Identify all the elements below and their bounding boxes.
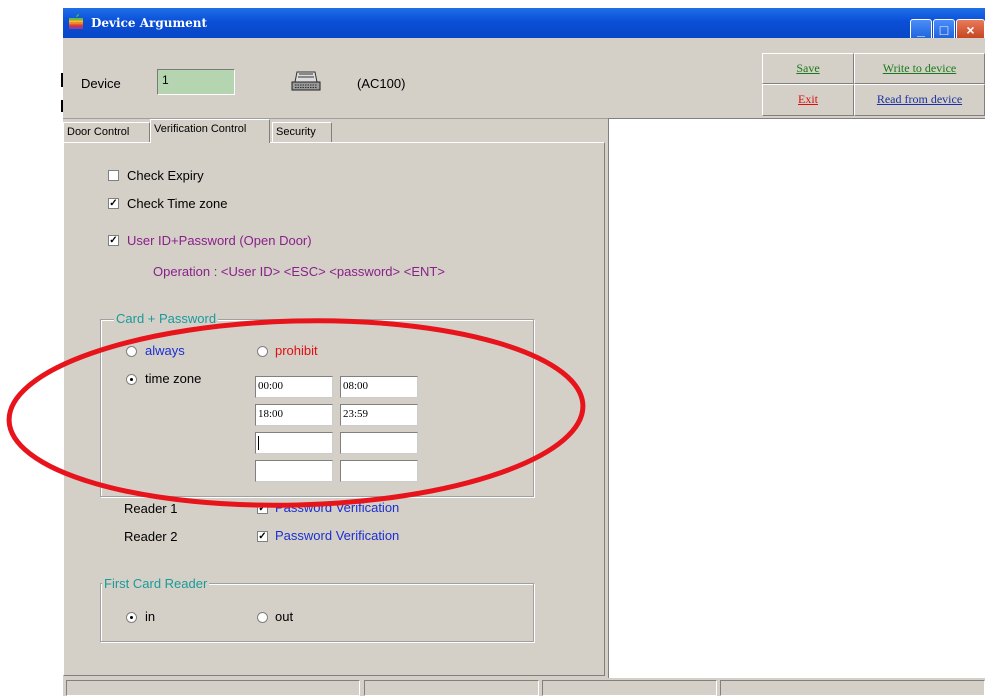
device-icon [291,71,321,91]
status-panel [542,680,717,696]
userid-password-label: User ID+Password (Open Door) [127,233,312,248]
time-zone-label: time zone [145,371,202,386]
device-field[interactable]: 1 [157,69,235,95]
tab-door-control[interactable]: Door Control [63,122,150,142]
out-label: out [275,609,294,624]
in-radio[interactable] [126,612,137,623]
check-expiry-checkbox[interactable] [108,170,119,181]
in-label: in [145,609,156,624]
check-time-zone-label: Check Time zone [127,196,228,211]
reader2-label: Reader 2 [124,529,178,544]
reader1-password-checkbox[interactable]: ✓ [257,503,268,514]
reader2-password-checkbox[interactable]: ✓ [257,531,268,542]
reader2-password-label: Password Verification [275,528,400,543]
write-to-device-button[interactable]: Write to device [854,53,985,84]
close-icon: × [966,22,975,38]
tab-security[interactable]: Security [272,122,332,142]
tab-verification-control[interactable]: Verification Control [150,119,270,143]
check-time-zone-checkbox[interactable]: ✓ [108,198,119,209]
reader1-password-label: Password Verification [275,500,400,515]
time-zone-1-start[interactable]: 00:00 [255,376,333,398]
time-zone-4-end[interactable] [340,460,418,482]
time-zone-radio[interactable] [126,374,137,385]
check-expiry-label: Check Expiry [127,168,204,183]
save-button[interactable]: Save [762,53,854,84]
status-panel [720,680,985,696]
time-zone-4-start[interactable] [255,460,333,482]
prohibit-label: prohibit [275,343,318,358]
prohibit-radio[interactable] [257,346,268,357]
device-label: Device [81,76,121,91]
time-zone-2-end[interactable]: 23:59 [340,404,418,426]
card-password-legend: Card + Password [114,311,219,326]
app-apple-icon [69,14,83,29]
first-card-reader-group [100,583,534,642]
first-card-reader-legend: First Card Reader [102,576,210,591]
window-title: Device Argument [91,16,208,30]
read-from-device-button[interactable]: Read from device [854,84,985,116]
operation-hint: Operation : <User ID> <ESC> <password> <… [153,264,445,279]
exit-button[interactable]: Exit [762,84,854,116]
userid-password-checkbox[interactable]: ✓ [108,235,119,246]
time-zone-3-end[interactable] [340,432,418,454]
status-panel [364,680,539,696]
title-bar[interactable]: Device Argument _ □ × [63,8,985,41]
out-radio[interactable] [257,612,268,623]
always-radio[interactable] [126,346,137,357]
always-label: always [145,343,185,358]
time-zone-2-start[interactable]: 18:00 [255,404,333,426]
output-pane [608,118,985,679]
action-buttons: Save Write to device Exit Read from devi… [762,53,985,116]
time-zone-1-end[interactable]: 08:00 [340,376,418,398]
device-model: (AC100) [357,76,406,91]
status-panel [66,680,360,696]
text-cursor [258,436,259,450]
minimize-icon: _ [917,22,925,38]
time-zone-3-start[interactable] [255,432,333,454]
maximize-icon: □ [939,22,949,38]
reader1-label: Reader 1 [124,501,178,516]
